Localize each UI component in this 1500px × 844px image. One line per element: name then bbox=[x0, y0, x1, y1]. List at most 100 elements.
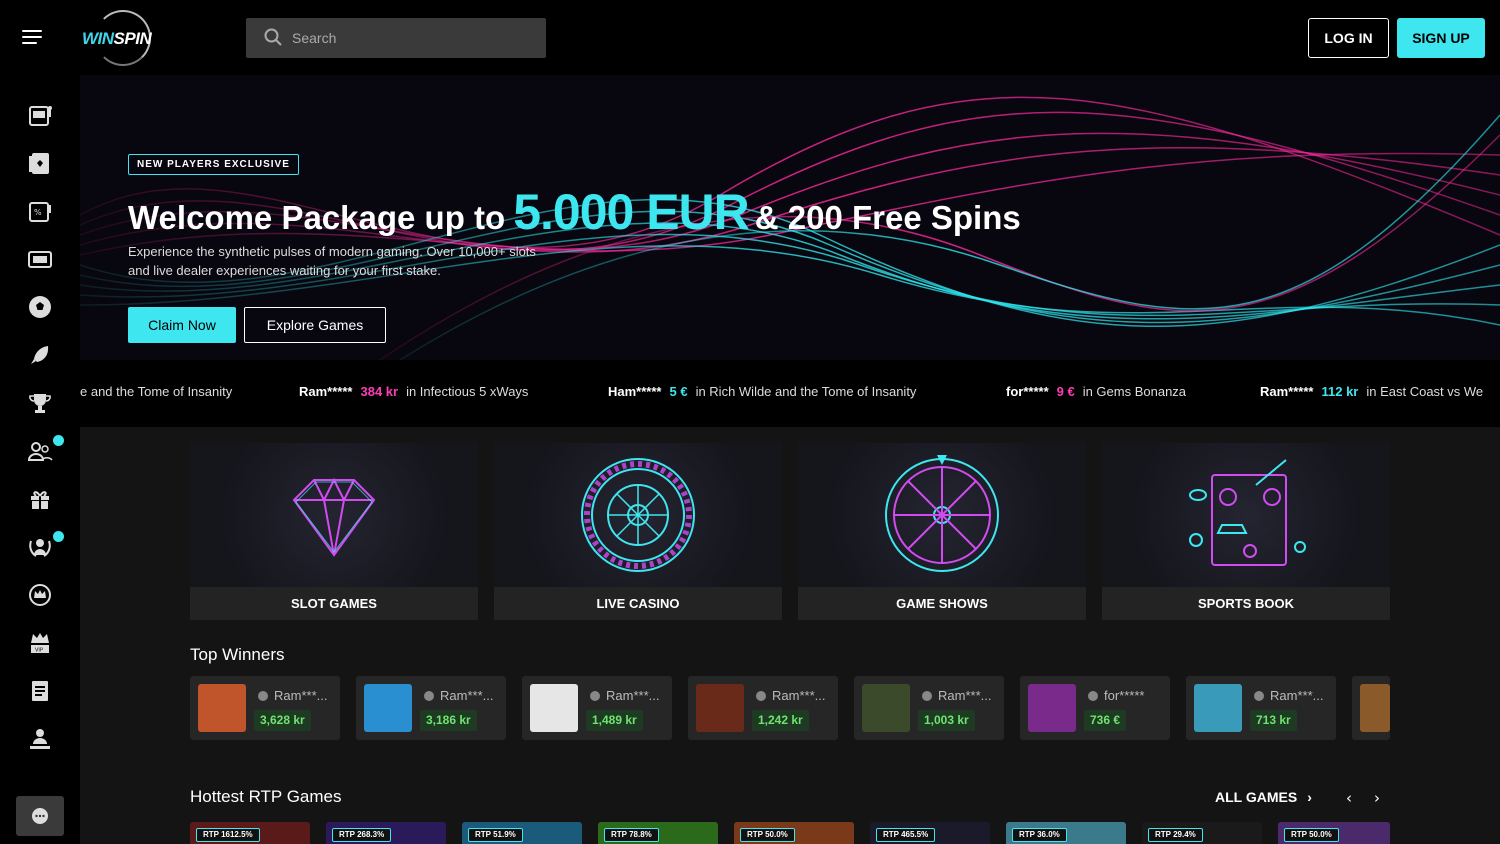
winner-amount: 1,242 kr bbox=[752, 710, 809, 731]
winner-amount: 3,186 kr bbox=[420, 710, 477, 731]
rtp-game-card[interactable]: RTP 78.8% bbox=[598, 822, 718, 844]
winner-card[interactable]: Ram***... 1,489 kr bbox=[522, 676, 672, 740]
chat-button[interactable] bbox=[16, 796, 64, 836]
winner-user-name: Ram***... bbox=[606, 688, 660, 703]
user-icon bbox=[590, 691, 600, 701]
claim-now-button[interactable]: Claim Now bbox=[128, 307, 236, 343]
winner-user-name: Ram***... bbox=[772, 688, 826, 703]
rtp-badge: RTP 51.9% bbox=[468, 828, 523, 842]
rtp-badge: RTP 268.3% bbox=[332, 828, 392, 842]
rtp-game-card[interactable]: RTP 1612.5% bbox=[190, 822, 310, 844]
wheel-icon bbox=[885, 455, 999, 572]
winner-user: Ram***... bbox=[1254, 688, 1323, 703]
cards-icon[interactable] bbox=[26, 149, 54, 177]
next-arrow-icon[interactable]: › bbox=[1374, 789, 1380, 807]
winner-card[interactable]: Ram***... 3,628 kr bbox=[190, 676, 340, 740]
support-user-icon[interactable] bbox=[26, 725, 54, 753]
category-game-shows[interactable]: GAME SHOWS bbox=[798, 443, 1086, 620]
menu-icon[interactable] bbox=[22, 30, 42, 45]
rtp-game-card[interactable]: RTP 36.0% bbox=[1006, 822, 1126, 844]
rtp-game-card[interactable]: RTP 268.3% bbox=[326, 822, 446, 844]
crown-badge-icon[interactable] bbox=[26, 581, 54, 609]
ticker-game: in East Coast vs We bbox=[1366, 384, 1484, 399]
signup-button[interactable]: SIGN UP bbox=[1397, 18, 1485, 58]
ticker-user: for***** bbox=[1006, 384, 1049, 399]
live-tv-icon[interactable] bbox=[26, 245, 54, 273]
game-thumbnail bbox=[530, 684, 578, 732]
laurel-user-icon[interactable] bbox=[26, 533, 54, 561]
winner-user: Ram***... bbox=[922, 688, 991, 703]
logo[interactable]: WINSPIN bbox=[82, 10, 164, 66]
rocket-icon[interactable] bbox=[26, 341, 54, 369]
jackpot-machine-icon[interactable]: % bbox=[26, 197, 54, 225]
game-thumbnail bbox=[364, 684, 412, 732]
rtp-badge: RTP 50.0% bbox=[1284, 828, 1339, 842]
winner-user-name: Ram***... bbox=[938, 688, 992, 703]
search-icon[interactable] bbox=[264, 28, 282, 46]
rtp-game-card[interactable]: RTP 29.4% bbox=[1142, 822, 1262, 844]
rtp-badge: RTP 1612.5% bbox=[196, 828, 260, 842]
winner-card[interactable]: Ram***... 713 kr bbox=[1186, 676, 1336, 740]
rtp-game-card[interactable]: RTP 51.9% bbox=[462, 822, 582, 844]
chat-icon bbox=[32, 808, 48, 824]
rtp-game-card[interactable]: RTP 50.0% bbox=[1278, 822, 1390, 844]
document-icon[interactable] bbox=[26, 677, 54, 705]
ticker-game: in Rich Wilde and the Tome of Insanity bbox=[695, 384, 917, 399]
winner-amount: 713 kr bbox=[1250, 710, 1297, 731]
winner-user: Ram***... bbox=[590, 688, 659, 703]
new-players-badge: NEW PLAYERS EXCLUSIVE bbox=[128, 154, 299, 175]
category-label: LIVE CASINO bbox=[494, 587, 782, 620]
football-icon[interactable] bbox=[26, 293, 54, 321]
user-icon bbox=[922, 691, 932, 701]
all-games-link[interactable]: ALL GAMES › bbox=[1215, 789, 1312, 805]
winner-card[interactable]: Ram***... 1,003 kr bbox=[854, 676, 1004, 740]
rtp-game-card[interactable]: RTP 465.5% bbox=[870, 822, 990, 844]
hero-description: Experience the synthetic pulses of moder… bbox=[128, 244, 536, 278]
winner-card[interactable]: Ram***... 3,186 kr bbox=[356, 676, 506, 740]
chevron-right-icon: › bbox=[1307, 789, 1312, 805]
slot-machine-icon[interactable] bbox=[26, 101, 54, 129]
winner-user: Ram***... bbox=[756, 688, 825, 703]
top-bar: WINSPIN LOG IN SIGN UP bbox=[0, 0, 1500, 75]
category-live-casino[interactable]: LIVE CASINO bbox=[494, 443, 782, 620]
users-icon[interactable] bbox=[26, 437, 54, 465]
category-slot-games[interactable]: SLOT GAMES bbox=[190, 443, 478, 620]
game-thumbnail bbox=[1360, 684, 1390, 732]
gift-icon[interactable] bbox=[26, 485, 54, 513]
ticker-item: e and the Tome of Insanity bbox=[80, 384, 232, 399]
winner-amount: 3,628 kr bbox=[254, 710, 311, 731]
winner-card[interactable] bbox=[1352, 676, 1390, 740]
winner-amount: 1,003 kr bbox=[918, 710, 975, 731]
vip-crown-icon[interactable]: VIP bbox=[26, 629, 54, 657]
user-icon bbox=[1088, 691, 1098, 701]
winner-user: for***** bbox=[1088, 688, 1144, 703]
svg-text:%: % bbox=[34, 208, 42, 217]
winner-user: Ram***... bbox=[258, 688, 327, 703]
winner-user-name: Ram***... bbox=[440, 688, 494, 703]
ticker-amount: 384 kr bbox=[360, 384, 399, 399]
login-button[interactable]: LOG IN bbox=[1308, 18, 1389, 58]
category-label: SPORTS BOOK bbox=[1102, 587, 1390, 620]
ticker-user: Ram***** bbox=[1260, 384, 1314, 399]
svg-text:VIP: VIP bbox=[35, 648, 43, 654]
explore-games-button[interactable]: Explore Games bbox=[244, 307, 386, 343]
user-icon bbox=[756, 691, 766, 701]
rtp-game-card[interactable]: RTP 50.0% bbox=[734, 822, 854, 844]
hero-title-before: Welcome Package up to bbox=[128, 199, 506, 236]
ticker-item: Ram***** 112 kr in East Coast vs We bbox=[1260, 384, 1483, 399]
ticker-user: Ham***** bbox=[608, 384, 662, 399]
trophy-icon[interactable] bbox=[26, 389, 54, 417]
winner-user-name: Ram***... bbox=[1270, 688, 1324, 703]
category-label: GAME SHOWS bbox=[798, 587, 1086, 620]
game-thumbnail bbox=[198, 684, 246, 732]
user-icon bbox=[424, 691, 434, 701]
prev-arrow-icon[interactable]: ‹ bbox=[1346, 789, 1352, 807]
ticker-game: e and the Tome of Insanity bbox=[80, 384, 233, 399]
all-games-label: ALL GAMES bbox=[1215, 789, 1298, 805]
category-sports-book[interactable]: SPORTS BOOK bbox=[1102, 443, 1390, 620]
winner-card[interactable]: Ram***... 1,242 kr bbox=[688, 676, 838, 740]
recent-wins-ticker: e and the Tome of Insanity Ram***** 384 k… bbox=[80, 360, 1500, 427]
search-input[interactable] bbox=[292, 18, 532, 58]
rtp-badge: RTP 78.8% bbox=[604, 828, 659, 842]
winner-card[interactable]: for***** 736 € bbox=[1020, 676, 1170, 740]
